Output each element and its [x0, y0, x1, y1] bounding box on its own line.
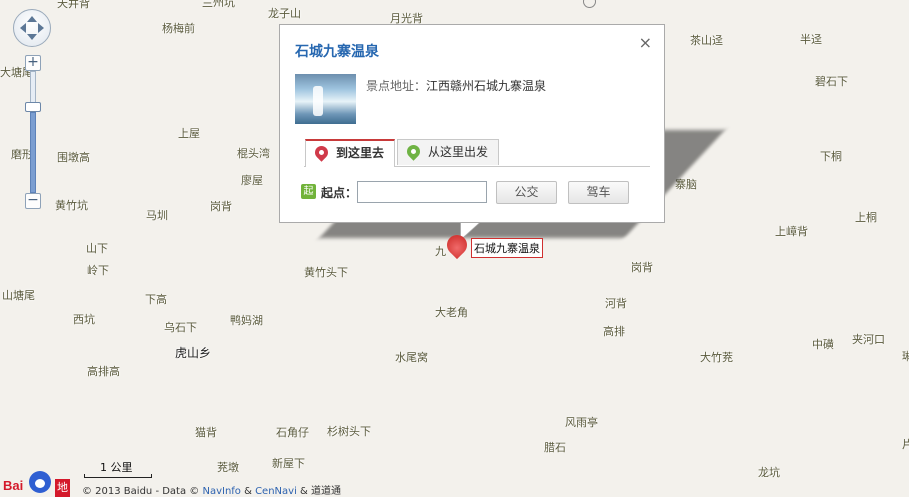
address-label: 景点地址： — [366, 79, 427, 93]
place-label: 茺墩 — [217, 461, 239, 474]
drive-button[interactable]: 驾车 — [568, 181, 629, 204]
place-label: 碧石下 — [815, 75, 848, 88]
pan-left-icon[interactable] — [15, 23, 26, 33]
place-label: 高排高 — [87, 365, 120, 378]
place-label: 围墩高 — [57, 151, 90, 164]
place-label: 水尾窝 — [395, 351, 428, 364]
place-label: 河背 — [605, 297, 627, 310]
info-window: 石城九寨温泉 × 景点地址：江西赣州石城九寨温泉 到这里去 从这里出发 起 起点… — [279, 24, 665, 223]
zoom-level-fill — [30, 112, 36, 193]
scale-bar — [84, 474, 152, 478]
place-label: 新屋下 — [272, 457, 305, 470]
place-label: 岭下 — [87, 264, 109, 277]
zoom-slider-handle[interactable] — [25, 102, 41, 112]
tab-go-here[interactable]: 到这里去 — [305, 139, 396, 167]
scale-label: 1 公里 — [100, 461, 133, 474]
place-label: 茶山迳 — [690, 34, 723, 47]
map-canvas[interactable]: 天井背 兰州坑 龙子山 月光背 杨梅前 大塘尾 上屋 磨形 围墩高 棍头湾 廖屋… — [0, 0, 909, 497]
place-label: 马圳 — [146, 209, 168, 222]
tab-start-from-here[interactable]: 从这里出发 — [397, 139, 500, 165]
place-label: 岗背 — [210, 200, 232, 213]
place-label: 大老角 — [435, 306, 468, 319]
place-label: 下高 — [145, 293, 167, 306]
bus-button[interactable]: 公交 — [496, 181, 557, 204]
place-label: 夹河口 — [852, 333, 885, 346]
address-value: 江西赣州石城九寨温泉 — [426, 79, 547, 93]
scenic-thumbnail[interactable] — [295, 74, 356, 124]
navinfo-link[interactable]: NavInfo — [202, 486, 240, 497]
zoom-out-button[interactable]: − — [25, 193, 41, 209]
place-label: 廖屋 — [241, 174, 263, 187]
place-label: 中磺 — [812, 338, 834, 351]
place-label: 杨梅前 — [162, 22, 195, 35]
place-label: 虎山乡 — [175, 346, 212, 360]
pan-up-icon[interactable] — [27, 11, 37, 22]
place-label: 龙坑 — [758, 466, 780, 479]
location-pin-icon — [312, 143, 331, 162]
place-label: 龙子山 — [268, 7, 301, 20]
logo-text: Bai — [3, 478, 24, 493]
location-pin-icon — [404, 142, 423, 161]
place-label: 鸭妈湖 — [230, 314, 263, 327]
place-label: 风雨亭 — [565, 416, 598, 429]
place-label: 高排 — [603, 325, 625, 338]
place-label: 山下 — [86, 242, 108, 255]
popup-tail-inner — [461, 221, 481, 239]
place-label: 九 — [435, 245, 446, 258]
pan-control[interactable] — [13, 9, 51, 47]
place-label: 石角仔 — [276, 426, 309, 439]
place-label: 岗背 — [631, 261, 653, 274]
place-label: 猫背 — [195, 426, 217, 439]
place-label: 腊石 — [544, 441, 566, 454]
cennavi-link[interactable]: CenNavi — [255, 486, 297, 497]
tab-label: 到这里去 — [336, 146, 385, 160]
baidu-paw-icon — [29, 471, 51, 493]
place-label: 琳 — [902, 350, 909, 363]
copyright: © 2013 Baidu - Data © NavInfo & CenNavi … — [82, 482, 341, 497]
close-icon[interactable]: × — [639, 33, 652, 52]
popup-address: 景点地址：江西赣州石城九寨温泉 — [366, 77, 546, 94]
copyright-sep: & — [296, 486, 312, 497]
place-label: 下桐 — [820, 150, 842, 163]
place-label: 大竹茺 — [700, 351, 733, 364]
place-label: 上桐 — [855, 211, 877, 224]
place-label: 半迳 — [800, 33, 822, 46]
place-label: 山塘尾 — [2, 289, 35, 302]
marker-label[interactable]: 石城九寨温泉 — [471, 238, 543, 258]
place-label: 乌石下 — [164, 321, 197, 334]
copyright-sep: & — [240, 486, 256, 497]
place-label: 黄竹头下 — [304, 266, 348, 279]
place-label: 黄竹坑 — [55, 199, 88, 212]
popup-title[interactable]: 石城九寨温泉 — [295, 41, 379, 61]
daodao-text: 道道通 — [311, 486, 342, 497]
place-label: 杉树头下 — [327, 425, 371, 438]
start-point-input[interactable] — [357, 181, 487, 203]
route-tabs: 到这里去 从这里出发 — [304, 139, 650, 167]
zoom-in-button[interactable]: + — [25, 55, 41, 71]
place-label: 上嶂背 — [775, 225, 808, 238]
tab-label: 从这里出发 — [428, 145, 489, 159]
pan-right-icon[interactable] — [38, 23, 49, 33]
map-poi-icon[interactable] — [583, 0, 596, 8]
logo-map-text: 地图 — [55, 479, 70, 497]
place-label: 片 — [902, 438, 909, 451]
start-label: 起点： — [321, 186, 358, 200]
copyright-prefix: © 2013 Baidu - Data © — [82, 486, 203, 497]
place-label: 天井背 — [57, 0, 90, 10]
start-badge-icon: 起 — [301, 184, 316, 199]
place-label: 棍头湾 — [237, 147, 270, 160]
place-label: 兰州坑 — [202, 0, 235, 9]
pan-down-icon[interactable] — [27, 34, 37, 45]
place-label: 上屋 — [178, 127, 200, 140]
place-label: 西坑 — [73, 313, 95, 326]
